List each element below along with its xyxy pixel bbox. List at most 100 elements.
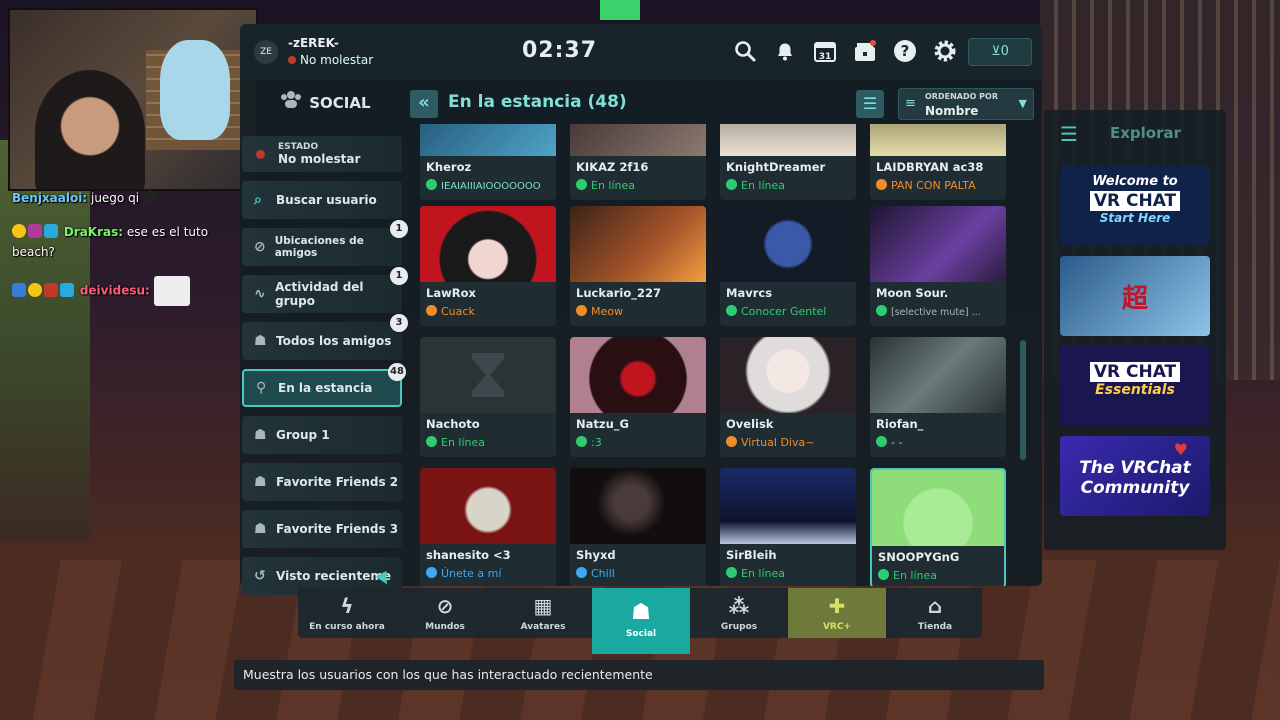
tab-avatares[interactable]: ▦ Avatares — [494, 588, 592, 638]
user-status: Meow — [576, 305, 702, 318]
user-card[interactable]: LAIDBRYAN ac38 PAN CON PALTA — [870, 124, 1006, 200]
user-card[interactable]: Riofan_ - - — [870, 337, 1006, 457]
sidebar-item-friend-locations[interactable]: ⊘ Ubicaciones de amigos 1 — [242, 220, 408, 266]
sidebar-item-search-user[interactable]: ⌕ Buscar usuario — [242, 181, 402, 219]
user-status-text: IEAIAIIIAIOOOOOOO — [441, 181, 541, 192]
chat-username: DraKras: — [63, 225, 124, 239]
tab-vrc-plus[interactable]: ✚ VRC+ — [788, 588, 886, 638]
sidebar-item-favorite-friends-3[interactable]: ☗ Favorite Friends 3 — [242, 510, 402, 548]
sidebar-item-group-activity[interactable]: ∿ Actividad del grupo 1 — [242, 267, 408, 313]
tab-label: En curso ahora — [309, 622, 385, 632]
sidebar-item-group-1[interactable]: ☗ Group 1 — [242, 416, 402, 454]
menu-icon[interactable]: ☰ — [1060, 122, 1078, 146]
user-status-text: Conocer Gentel — [741, 305, 827, 318]
status-dot-icon — [576, 436, 587, 447]
tab-tienda[interactable]: ⌂ Tienda — [886, 588, 984, 638]
explore-title: Explorar — [1110, 124, 1182, 142]
user-status-text: PAN CON PALTA — [891, 179, 976, 192]
user-name: Moon Sour. — [876, 286, 949, 300]
sidebar-item-label: Group 1 — [276, 428, 330, 442]
user-grid-scrollbar[interactable] — [1020, 340, 1026, 460]
user-name: SNOOPYGnG — [878, 550, 960, 564]
explore-tile-event[interactable]: 超 — [1060, 256, 1210, 336]
user-status-text: Chill — [591, 567, 615, 580]
social-header-text: SOCIAL — [309, 94, 371, 112]
chevron-down-icon: ▼ — [1018, 97, 1027, 110]
user-status-text: [selective mute] ... — [891, 307, 981, 318]
help-icon[interactable]: ? — [892, 38, 918, 64]
credits-balance[interactable]: ⊻0 — [968, 38, 1032, 66]
badge-icon — [44, 224, 58, 238]
tab-mundos[interactable]: ⊘ Mundos — [396, 588, 494, 638]
user-card[interactable]: Natzu_G :3 — [570, 337, 706, 457]
tab-en-curso-ahora[interactable]: ϟ En curso ahora — [298, 588, 396, 638]
user-card[interactable]: Mavrcs Conocer Gentel — [720, 206, 856, 326]
sidebar-item-label: Todos los amigos — [276, 334, 392, 348]
badge-icon — [44, 282, 58, 297]
user-status: IEAIAIIIAIOOOOOOO — [426, 179, 552, 192]
list-view-button[interactable]: ☰ — [856, 90, 884, 118]
tab-grupos[interactable]: ⁂ Grupos — [690, 588, 788, 638]
user-status: En línea — [878, 569, 1004, 582]
user-grid: Kheroz IEAIAIIIAIOOOOOOO KIKAZ 2f16 En l… — [420, 124, 1020, 586]
user-card[interactable]: KnightDreamer En línea — [720, 124, 856, 200]
social-icon: ☗ — [631, 600, 651, 625]
webcam-plush — [160, 40, 230, 140]
status-dot-icon — [426, 305, 437, 316]
sort-label: ORDENADO POR — [925, 92, 999, 101]
tile-text: Essentials — [1095, 382, 1175, 398]
sidebar-item-favorite-friends-2[interactable]: ☗ Favorite Friends 2 — [242, 463, 402, 501]
user-card[interactable]: SNOOPYGnG En línea — [870, 468, 1006, 586]
user-card[interactable]: Moon Sour. [selective mute] ... — [870, 206, 1006, 326]
avatar[interactable]: ZE — [254, 40, 278, 64]
sidebar-item-in-instance[interactable]: ⚲ En la estancia 48 — [242, 363, 406, 407]
sticker-icon — [142, 190, 157, 204]
user-name: Shyxd — [576, 548, 616, 562]
explore-tile-essentials[interactable]: VR CHAT Essentials — [1060, 346, 1210, 426]
tile-text: The VRChat — [1079, 458, 1191, 478]
user-thumbnail — [420, 206, 556, 282]
user-card[interactable]: SirBleih En línea — [720, 468, 856, 586]
bell-icon[interactable] — [772, 38, 798, 64]
user-card[interactable]: Luckario_227 Meow — [570, 206, 706, 326]
badge-icon — [60, 282, 74, 297]
calendar-icon[interactable]: 31 — [812, 38, 838, 64]
top-icons: 31 ? — [732, 38, 958, 64]
user-card[interactable]: Ovelisk Virtual Diva~ — [720, 337, 856, 457]
user-name: SirBleih — [726, 548, 777, 562]
search-icon[interactable] — [732, 38, 758, 64]
user-name: Nachoto — [426, 417, 480, 431]
content-header: « En la estancia (48) ☰ ≡ ORDENADO POR N… — [410, 88, 1034, 122]
tooltip: Muestra los usuarios con los que has int… — [234, 660, 1044, 690]
user-card[interactable]: shanesito <3 Únete a mí — [420, 468, 556, 586]
gift-box-icon[interactable] — [852, 38, 878, 64]
user-status: En línea — [726, 567, 852, 580]
tab-social[interactable]: ☗ Social — [592, 588, 690, 654]
user-thumbnail — [870, 337, 1006, 413]
user-status: PAN CON PALTA — [876, 179, 1002, 192]
gear-icon[interactable] — [932, 38, 958, 64]
explore-tile-welcome[interactable]: Welcome to VR CHAT Start Here — [1060, 166, 1210, 246]
user-card[interactable]: LawRox Cuack — [420, 206, 556, 326]
chat-message: deividesu: — [12, 276, 242, 306]
status-dot-icon — [876, 436, 887, 447]
user-status-text: En línea — [591, 179, 636, 192]
user-name: Kheroz — [426, 160, 472, 174]
history-icon: ↺ — [254, 568, 266, 584]
user-thumbnail — [870, 124, 1006, 156]
user-name: LawRox — [426, 286, 476, 300]
user-card[interactable]: KIKAZ 2f16 En línea — [570, 124, 706, 200]
chat-message: DraKras: ese es el tuto beach? — [12, 222, 242, 262]
avatar-icon: ▦ — [533, 594, 553, 618]
explore-tile-community[interactable]: The VRChat Community ♥ — [1060, 436, 1210, 516]
vrcplus-icon: ✚ — [828, 594, 846, 618]
status-dot-icon — [726, 567, 737, 578]
user-status-text: No molestar — [300, 53, 374, 67]
user-card[interactable]: Nachoto En línea — [420, 337, 556, 457]
sidebar-item-all-friends[interactable]: ☗ Todos los amigos 3 — [242, 314, 408, 360]
sort-dropdown[interactable]: ≡ ORDENADO POR Nombre ▼ — [898, 88, 1034, 120]
status-selector[interactable]: ESTADO No molestar — [242, 136, 402, 172]
user-card[interactable]: Kheroz IEAIAIIIAIOOOOOOO — [420, 124, 556, 200]
collapse-button[interactable]: « — [410, 90, 438, 118]
user-card[interactable]: Shyxd Chill — [570, 468, 706, 586]
